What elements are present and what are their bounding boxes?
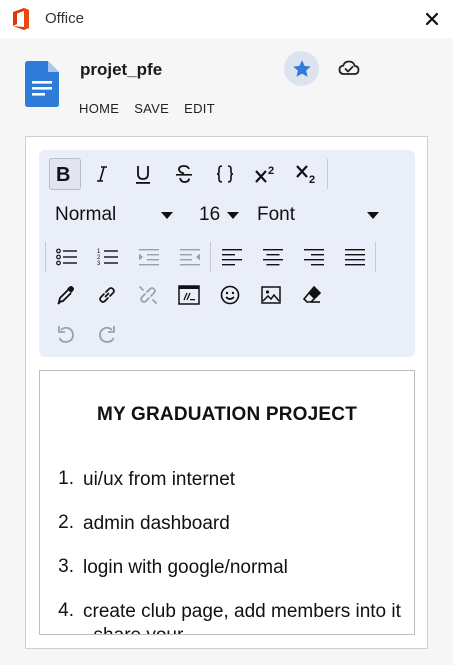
unlink-button[interactable]	[127, 279, 168, 311]
redo-button[interactable]	[86, 318, 127, 350]
align-left-icon	[221, 249, 242, 266]
cloud-sync-icon[interactable]	[337, 56, 361, 80]
size-select-value: 16	[199, 204, 221, 225]
font-select-value: Font	[257, 204, 296, 225]
outdent-icon	[179, 249, 200, 266]
align-justify-icon	[344, 249, 365, 266]
editor-toolbar: B 2 2 Normal 16 Font 1 2 3	[39, 150, 415, 357]
indent-icon	[138, 249, 159, 266]
favorite-button[interactable]	[284, 51, 319, 86]
italic-button[interactable]	[81, 158, 122, 190]
align-center-icon	[262, 249, 283, 266]
image-button[interactable]	[250, 279, 291, 311]
chevron-down-icon	[161, 211, 173, 219]
menu-edit[interactable]: EDIT	[184, 101, 215, 116]
app-title: Office	[45, 10, 84, 27]
subscript-button[interactable]: 2	[286, 158, 327, 190]
code-button[interactable]	[204, 158, 245, 190]
document-heading: MY GRADUATION PROJECT	[96, 404, 357, 425]
align-right-icon	[303, 249, 324, 266]
strikethrough-button[interactable]	[163, 158, 204, 190]
superscript-button[interactable]: 2	[245, 158, 286, 190]
code-block-icon	[177, 285, 200, 305]
bullet-list-icon	[55, 248, 77, 266]
font-select[interactable]: Font	[257, 204, 379, 226]
undo-icon	[57, 326, 74, 343]
style-select[interactable]: Normal	[55, 204, 173, 226]
numbered-list-button[interactable]: 1 2 3	[87, 241, 128, 273]
office-logo	[13, 8, 29, 30]
star-icon	[292, 59, 311, 77]
svg-text:2: 2	[309, 174, 315, 184]
redo-icon	[98, 326, 115, 343]
underline-button[interactable]	[122, 158, 163, 190]
link-button[interactable]	[86, 279, 127, 311]
chevron-down-icon	[367, 211, 379, 219]
numbered-list-icon: 1 2 3	[97, 249, 118, 266]
strikethrough-icon	[175, 165, 192, 183]
unlink-icon	[138, 286, 157, 304]
style-select-value: Normal	[55, 204, 117, 225]
color-picker-icon	[56, 286, 74, 305]
svg-text:B: B	[56, 164, 70, 184]
italic-icon	[96, 166, 107, 182]
clear-format-button[interactable]	[291, 279, 332, 311]
superscript-icon: 2	[254, 165, 274, 183]
emoji-button[interactable]	[209, 279, 250, 311]
editor-content[interactable]: MY GRADUATION PROJECT 1. ui/ux from inte…	[39, 370, 415, 635]
svg-text:3: 3	[97, 261, 101, 266]
document-header: projet_pfe HOME SAVE EDIT	[0, 38, 453, 128]
indent-button[interactable]	[128, 241, 169, 273]
size-select[interactable]: 16	[199, 204, 239, 226]
chevron-down-icon	[227, 211, 239, 219]
svg-text:2: 2	[268, 165, 274, 177]
link-icon	[98, 287, 115, 303]
title-bar: Office	[0, 0, 453, 38]
outdent-button[interactable]	[169, 241, 210, 273]
code-block-button[interactable]	[168, 279, 209, 311]
subscript-icon: 2	[295, 165, 315, 184]
emoji-icon	[220, 285, 239, 305]
eraser-icon	[302, 285, 321, 303]
bold-button[interactable]: B	[49, 158, 81, 190]
text-color-button[interactable]	[45, 279, 86, 311]
document-icon	[25, 61, 59, 107]
undo-button[interactable]	[45, 318, 86, 350]
underline-icon	[135, 166, 150, 184]
document-name: projet_pfe	[80, 60, 163, 79]
menu-home[interactable]: HOME	[79, 101, 119, 116]
align-right-button[interactable]	[293, 241, 334, 273]
bold-icon: B	[56, 164, 70, 184]
bullet-list-button[interactable]	[46, 241, 87, 273]
top-menu: HOME SAVE EDIT	[79, 101, 230, 116]
align-left-button[interactable]	[211, 241, 252, 273]
close-icon[interactable]	[420, 7, 444, 31]
menu-save[interactable]: SAVE	[134, 101, 169, 116]
align-justify-button[interactable]	[334, 241, 375, 273]
align-center-button[interactable]	[252, 241, 293, 273]
image-icon	[260, 286, 281, 304]
toolbar-separator	[375, 242, 376, 272]
toolbar-separator	[327, 159, 328, 189]
code-icon	[216, 165, 233, 183]
